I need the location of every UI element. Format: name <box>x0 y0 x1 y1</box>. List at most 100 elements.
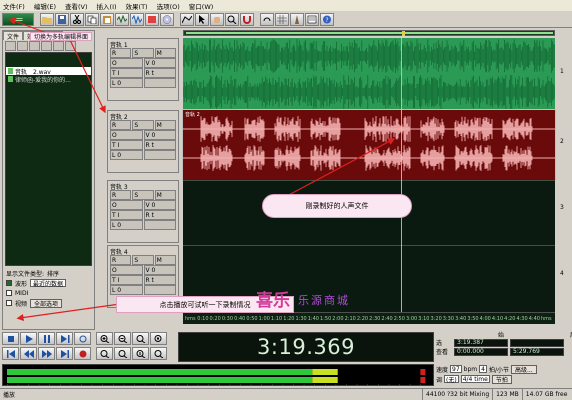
snap-button[interactable] <box>240 12 254 26</box>
edit-file-button[interactable] <box>41 41 52 51</box>
menu-insert[interactable]: 插入(I) <box>97 1 117 11</box>
track-fx-button[interactable] <box>143 285 176 295</box>
loop-play-button[interactable] <box>74 332 91 345</box>
play-to-end-button[interactable] <box>56 332 73 345</box>
multitrack-mode-button[interactable] <box>2 12 34 26</box>
mix-button[interactable] <box>115 12 129 26</box>
input-button[interactable]: T I <box>110 275 143 285</box>
loop-button[interactable] <box>260 12 274 26</box>
play-button[interactable] <box>20 332 37 345</box>
pause-button[interactable] <box>38 332 55 345</box>
beats-field[interactable]: 4 <box>479 365 487 373</box>
select-tool-button[interactable] <box>195 12 209 26</box>
selection-start-field[interactable]: 3:19.387 <box>454 338 508 347</box>
track-header-3[interactable]: 音轨 3RSM OV 0T IR tL 0 <box>107 180 179 243</box>
input-button[interactable]: T I <box>110 210 143 220</box>
play-file-button[interactable] <box>53 41 64 51</box>
type-video-checkbox[interactable] <box>6 300 12 306</box>
record-arm-button[interactable]: R <box>110 48 132 58</box>
track-name[interactable]: 音轨 4 <box>108 246 178 256</box>
pan-field[interactable]: R t <box>143 275 176 285</box>
save-button[interactable] <box>55 12 69 26</box>
output-button[interactable]: O <box>110 200 143 210</box>
record-button[interactable] <box>74 347 91 360</box>
track-header-2[interactable]: 音轨 2RSM OV 0T IR tL 0 <box>107 110 179 173</box>
zoom-in-left-button[interactable] <box>96 347 113 360</box>
pan-left-field[interactable]: L 0 <box>110 220 143 230</box>
tempo-field[interactable]: 97 <box>450 365 462 373</box>
overview-marker[interactable] <box>402 31 405 36</box>
insert-file-button[interactable] <box>29 41 40 51</box>
output-button[interactable]: O <box>110 265 143 275</box>
rewind-button[interactable] <box>20 347 37 360</box>
autoplay-button[interactable] <box>65 41 76 51</box>
type-wave-checkbox[interactable] <box>6 280 12 286</box>
track-name[interactable]: 音轨 2 <box>108 111 178 121</box>
zoom-in-horizontal-button[interactable] <box>96 332 113 345</box>
playhead[interactable] <box>401 38 402 312</box>
sort-select[interactable]: 最近的数据 <box>30 279 67 288</box>
output-button[interactable]: O <box>110 58 143 68</box>
view-start-field[interactable]: 0:00.000 <box>454 347 508 356</box>
zoom-full-button[interactable] <box>132 332 149 345</box>
advanced-button[interactable]: 高级... <box>510 364 537 374</box>
input-button[interactable]: T I <box>110 140 143 150</box>
go-start-button[interactable] <box>2 347 19 360</box>
open-button[interactable] <box>40 12 54 26</box>
menu-edit[interactable]: 编辑(E) <box>34 1 56 11</box>
mute-button[interactable]: M <box>154 255 176 265</box>
time-ruler[interactable]: hms 0:10 0:20 0:30 0:40 0:50 1:00 1:10 1:20 1:30 1… <box>183 312 555 324</box>
solo-button[interactable]: S <box>132 48 154 58</box>
pan-left-field[interactable]: L 0 <box>110 78 143 88</box>
volume-field[interactable]: V 0 <box>143 265 176 275</box>
file-item[interactable]: 律师函-爱我的你的... <box>6 75 91 84</box>
zoom-out-vertical-button[interactable] <box>150 347 167 360</box>
volume-field[interactable]: V 0 <box>143 200 176 210</box>
copy-button[interactable] <box>85 12 99 26</box>
type-midi-checkbox[interactable] <box>6 290 12 296</box>
solo-button[interactable]: S <box>132 120 154 130</box>
go-end-button[interactable] <box>56 347 73 360</box>
move-tool-button[interactable] <box>210 12 224 26</box>
input-button[interactable]: T I <box>110 68 143 78</box>
track-1-clip[interactable] <box>183 38 555 110</box>
track-fx-button[interactable] <box>143 78 176 88</box>
menu-options[interactable]: 选项(O) <box>157 1 180 11</box>
session-overview[interactable] <box>183 30 555 36</box>
cut-button[interactable] <box>70 12 84 26</box>
grid-button[interactable] <box>275 12 289 26</box>
record-arm-button[interactable]: R <box>110 255 132 265</box>
record-arm-button[interactable]: R <box>110 120 132 130</box>
zoom-out-horizontal-button[interactable] <box>114 332 131 345</box>
cd-button[interactable] <box>160 12 174 26</box>
zoom-in-vertical-button[interactable] <box>132 347 149 360</box>
time-signature-select[interactable]: 4/4 time <box>460 375 490 383</box>
track-fx-button[interactable] <box>143 220 176 230</box>
mute-button[interactable]: M <box>154 190 176 200</box>
mute-button[interactable]: M <box>154 48 176 58</box>
volume-field[interactable]: V 0 <box>143 130 176 140</box>
tempo-button[interactable] <box>290 12 304 26</box>
properties-button[interactable] <box>305 12 319 26</box>
track-name[interactable]: 音轨 1 <box>108 39 178 49</box>
zoom-tool-button[interactable] <box>225 12 239 26</box>
pan-field[interactable]: R t <box>143 140 176 150</box>
track-name[interactable]: 音轨 3 <box>108 181 178 191</box>
pan-left-field[interactable]: L 0 <box>110 285 143 295</box>
stop-button[interactable] <box>2 332 19 345</box>
zoom-selection-button[interactable] <box>150 332 167 345</box>
mute-button[interactable]: M <box>154 120 176 130</box>
solo-button[interactable]: S <box>132 255 154 265</box>
menu-view[interactable]: 查看(V) <box>65 1 88 11</box>
record-arm-button[interactable]: R <box>110 190 132 200</box>
track-2-clip[interactable]: 音轨 2 <box>182 109 556 181</box>
help-button[interactable]: ? <box>320 12 334 26</box>
menu-file[interactable]: 文件(F) <box>3 1 25 11</box>
key-select[interactable]: (无) <box>444 375 459 384</box>
solo-button[interactable]: S <box>132 190 154 200</box>
volume-field[interactable]: V 0 <box>143 58 176 68</box>
tab-files[interactable]: 文件 <box>3 31 24 41</box>
track-header-1[interactable]: 音轨 1RSM OV 0T IR tL 0 <box>107 38 179 101</box>
view-end-field[interactable]: 5:29.769 <box>510 347 564 356</box>
envelope-button[interactable] <box>180 12 194 26</box>
